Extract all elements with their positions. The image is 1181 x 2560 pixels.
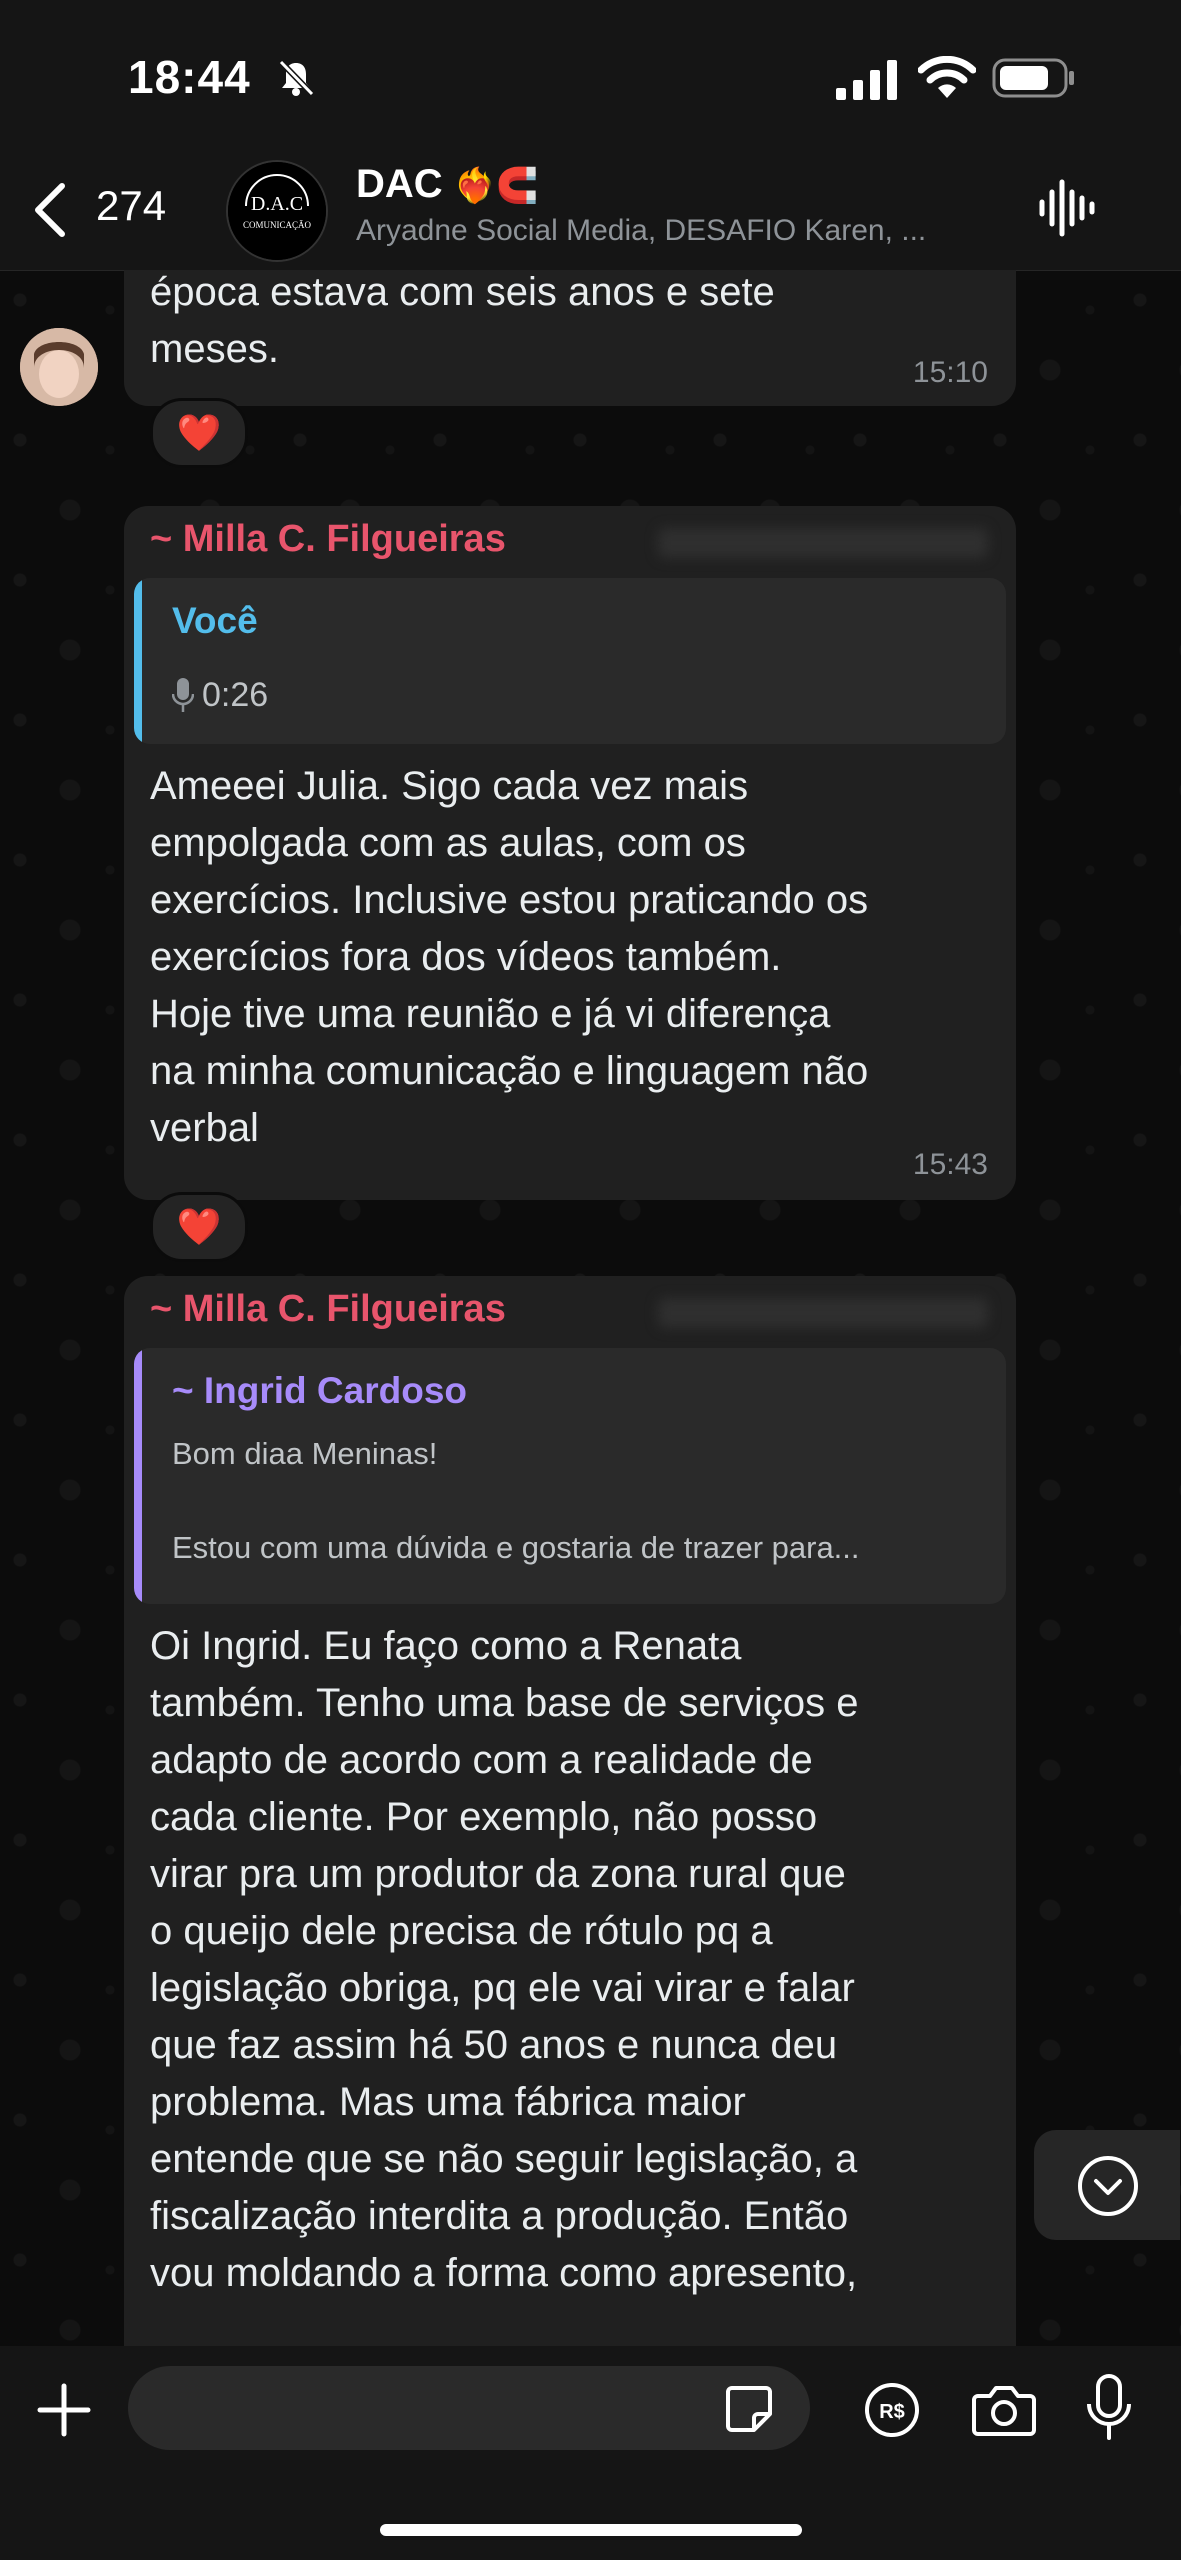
bell-slash-icon [278,59,315,97]
group-participants[interactable]: Aryadne Social Media, DESAFIO Karen, ... [356,214,1006,248]
chevron-down-icon [1078,2156,1138,2216]
quote-bar [134,578,142,744]
payment-icon[interactable]: R$ [864,2382,920,2438]
message-text: época estava com seis anos e sete meses. [150,270,775,371]
message-time: 15:10 [912,356,988,389]
sender-avatar[interactable] [20,328,98,406]
quote-author: ~ Ingrid Cardoso [172,1370,468,1411]
message-time: 15:43 [912,1148,988,1181]
quote-author: Você [172,600,258,641]
status-bar: 18:44 [0,0,1181,160]
sticker-icon[interactable] [724,2384,774,2434]
svg-text:D.A.C: D.A.C [251,193,303,215]
group-name: DAC [356,162,443,206]
mic-icon[interactable] [1086,2374,1132,2442]
svg-text:COMUNICAÇÃO: COMUNICAÇÃO [243,220,312,230]
status-time: 18:44 [128,51,251,103]
quote-line: Estou com uma dúvida e gostaria de traze… [172,1530,860,1565]
avatar-photo [20,328,98,406]
camera-icon[interactable] [972,2382,1036,2438]
quoted-message[interactable]: ~ Ingrid Cardoso Bom diaa Meninas! Estou… [134,1348,1006,1604]
message-input[interactable] [128,2366,810,2450]
reaction-heart[interactable]: ❤️ [150,398,248,468]
group-logo: D.A.C COMUNICAÇÃO [228,162,326,260]
group-emoji: ❤️‍🔥🧲 [453,167,539,205]
message-bubble[interactable]: época estava com seis anos e sete meses.… [124,270,1016,406]
message-bubble[interactable]: ~ Milla C. Filgueiras Você 0:26 Ameeei J… [124,506,1016,1200]
message-text: Oi Ingrid. Eu faço como a Renata também.… [150,1624,859,2295]
plus-icon[interactable] [36,2382,92,2438]
message-bubble[interactable]: ~ Milla C. Filgueiras ~ Ingrid Cardoso B… [124,1276,1016,2456]
wifi-icon [918,56,976,98]
quote-bar [134,1348,142,1604]
audio-wave-icon[interactable] [1036,178,1096,238]
scroll-to-bottom-button[interactable] [1034,2130,1180,2240]
quote-line: Bom diaa Meninas! [172,1436,438,1471]
sender-phone-blurred [658,1298,988,1328]
svg-text:R$: R$ [879,2401,905,2423]
sender-name[interactable]: ~ Milla C. Filgueiras [150,1288,506,1331]
battery-icon [992,58,1074,98]
quoted-message[interactable]: Você 0:26 [134,578,1006,744]
sender-name[interactable]: ~ Milla C. Filgueiras [150,518,506,561]
group-title[interactable]: DAC ❤️‍🔥🧲 [356,162,538,207]
back-chevron-icon[interactable] [30,180,70,240]
home-indicator [380,2524,802,2536]
message-text: Ameeei Julia. Sigo cada vez mais empolga… [150,764,869,1150]
reaction-heart[interactable]: ❤️ [150,1192,248,1262]
chat-header: 274 D.A.C COMUNICAÇÃO DAC ❤️‍🔥🧲 Aryadne … [0,160,1181,271]
back-unread-count[interactable]: 274 [96,182,166,230]
group-avatar[interactable]: D.A.C COMUNICAÇÃO [226,160,328,262]
sender-phone-blurred [658,528,988,558]
voice-duration: 0:26 [202,676,269,714]
signal-icon [836,60,897,100]
mic-icon [172,678,194,712]
